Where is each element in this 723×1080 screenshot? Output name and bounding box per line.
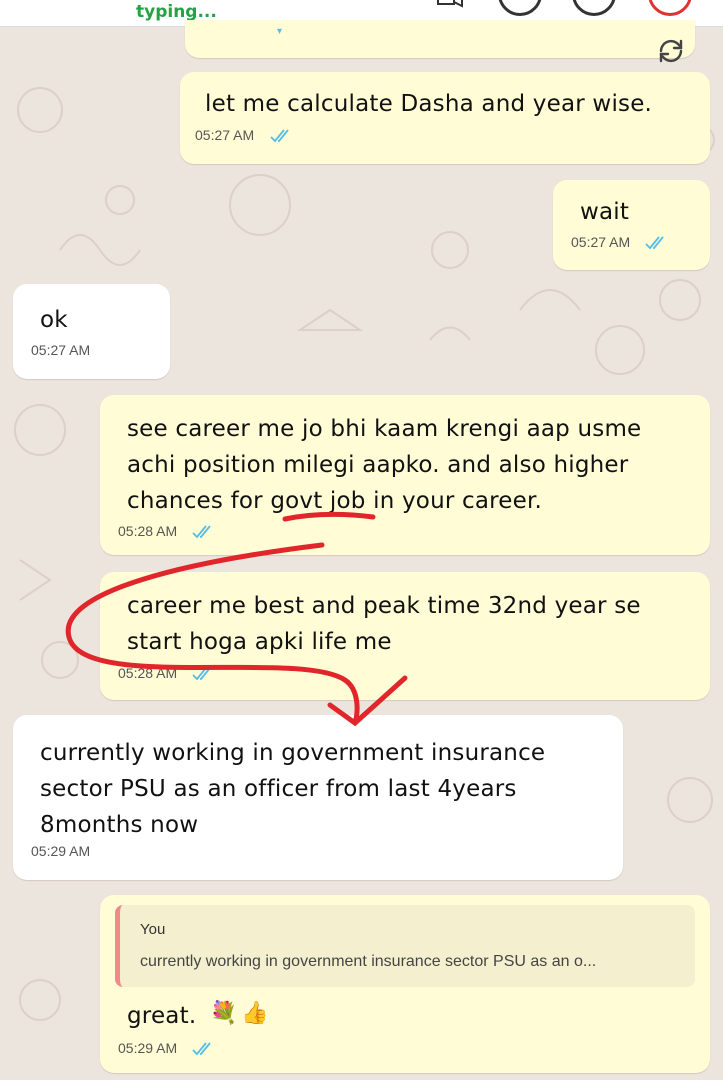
menu-icon[interactable] [572, 0, 616, 16]
double-tick-icon [192, 1042, 211, 1056]
end-call-icon[interactable] [648, 0, 692, 16]
message-bubble[interactable]: see career me jo bhi kaam krengi aap usm… [100, 395, 710, 555]
bouquet-emoji: 💐 [210, 1001, 238, 1026]
voice-call-icon[interactable] [498, 0, 542, 16]
message-text: wait [580, 199, 630, 225]
message-time: 05:28 AM [118, 665, 178, 681]
message-bubble-incoming[interactable]: ok 05:27 AM [13, 284, 170, 379]
reply-author: You [140, 921, 166, 938]
message-time: 05:29 AM [118, 1040, 178, 1056]
thumbs-up-emoji: 👍 [241, 1001, 269, 1026]
message-text: career me best and peak time 32nd year s… [127, 593, 641, 655]
refresh-icon[interactable] [654, 34, 688, 68]
double-tick-icon [270, 129, 289, 143]
reply-preview: currently working in government insuranc… [140, 953, 597, 970]
message-bubble-incoming[interactable]: currently working in government insuranc… [13, 715, 623, 880]
message-text: currently working in government insuranc… [40, 740, 546, 838]
quoted-reply[interactable]: You currently working in government insu… [115, 905, 695, 987]
message-text: let me calculate Dasha and year wise. [205, 91, 653, 117]
video-call-icon[interactable] [436, 0, 466, 12]
double-tick-icon [192, 667, 211, 681]
message-text: great. [127, 1003, 197, 1029]
message-time: 05:29 AM [31, 843, 91, 859]
double-tick-icon [645, 236, 664, 250]
message-bubble-partial[interactable]: ▾ [185, 20, 695, 58]
message-bubble[interactable]: wait 05:27 AM [553, 180, 710, 270]
message-time: 05:27 AM [571, 234, 631, 250]
message-bubble[interactable]: let me calculate Dasha and year wise. 05… [180, 72, 710, 164]
message-time: 05:27 AM [31, 342, 91, 358]
typing-status: typing... [136, 2, 217, 22]
double-tick-icon [192, 525, 211, 539]
message-time: 05:28 AM [118, 523, 178, 539]
message-text: ok [40, 307, 68, 333]
message-time: 05:27 AM [195, 127, 255, 143]
message-text: see career me jo bhi kaam krengi aap usm… [127, 416, 642, 514]
message-bubble[interactable]: career me best and peak time 32nd year s… [100, 572, 710, 700]
